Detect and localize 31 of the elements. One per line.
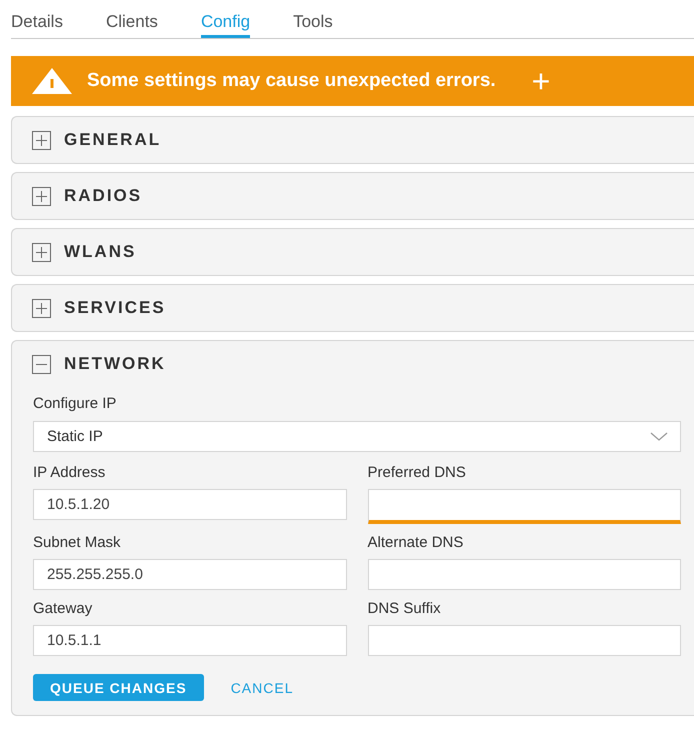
section-title[interactable]: RADIOS	[64, 186, 142, 206]
section-title[interactable]: WLANS	[64, 242, 136, 262]
collapse-icon[interactable]	[32, 354, 51, 374]
section-title[interactable]: SERVICES	[64, 298, 166, 318]
expand-icon[interactable]	[32, 186, 51, 206]
tab[interactable]: Tools	[293, 0, 333, 38]
input-field[interactable]	[368, 559, 681, 590]
dropdown[interactable]: Static IP	[33, 421, 681, 452]
expand-icon[interactable]	[32, 130, 51, 150]
tab[interactable]: Clients	[106, 0, 158, 38]
field-label: Preferred DNS	[368, 464, 467, 481]
input-field[interactable]: 255.255.255.0	[33, 559, 346, 590]
expand-icon[interactable]	[32, 298, 51, 318]
warning-icon	[31, 67, 73, 95]
input-field[interactable]: 10.5.1.1	[33, 625, 346, 656]
field-label: IP Address	[33, 464, 106, 481]
field-label: Alternate DNS	[368, 534, 464, 551]
warning-message: Some settings may cause unexpected errors.	[87, 70, 496, 92]
input-field[interactable]	[368, 489, 681, 524]
section-title[interactable]: GENERAL	[64, 130, 162, 150]
chevron-down-icon	[650, 432, 668, 442]
expand-icon[interactable]	[32, 242, 51, 262]
field-label: Gateway	[33, 600, 94, 617]
field-label: Configure IP	[33, 395, 118, 412]
field-label: DNS Suffix	[368, 600, 442, 617]
input-field[interactable]	[368, 625, 681, 656]
input-field[interactable]: 10.5.1.20	[33, 489, 346, 520]
section-title[interactable]: NETWORK	[64, 354, 166, 374]
tab[interactable]: Details	[11, 0, 63, 38]
dropdown-value: Static IP	[47, 428, 103, 445]
field-label: Subnet Mask	[33, 534, 122, 551]
